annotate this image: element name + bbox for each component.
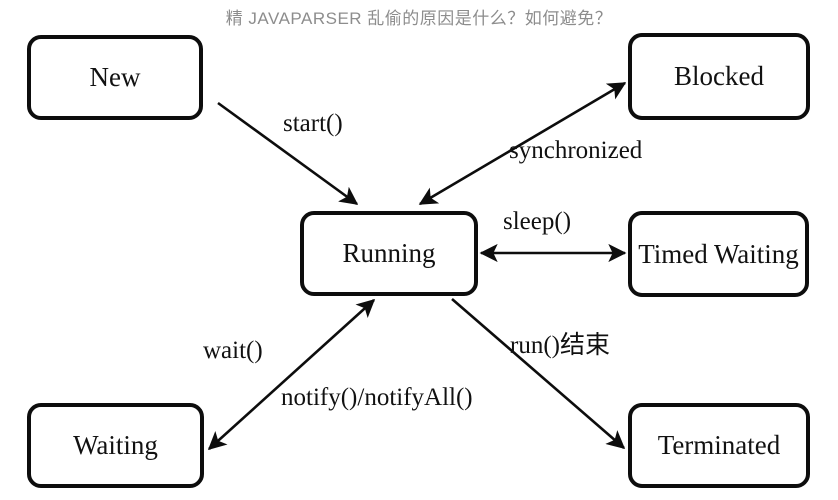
edge-label-sleep: sleep()	[503, 208, 572, 235]
state-node-waiting[interactable]: Waiting	[27, 403, 204, 488]
edge-wait-notify-line	[207, 299, 376, 450]
state-node-running[interactable]: Running	[300, 211, 478, 296]
diagram-canvas: 精 JAVAPARSER 乱偷的原因是什么？如何避免？ New Blocked …	[0, 0, 838, 500]
edge-label-synchronized: synchronized	[509, 137, 643, 164]
state-node-waiting-label: Waiting	[73, 430, 158, 460]
state-node-blocked-label: Blocked	[674, 61, 764, 91]
state-node-terminated-label: Terminated	[657, 430, 781, 460]
edge-run-end-line	[451, 298, 626, 449]
edge-label-wait: wait()	[203, 337, 263, 364]
state-node-running-label: Running	[342, 238, 436, 268]
edge-label-notify: notify()/notifyAll()	[281, 384, 473, 411]
page-title: 精 JAVAPARSER 乱偷的原因是什么？如何避免？	[225, 9, 613, 28]
state-node-terminated[interactable]: Terminated	[628, 403, 810, 488]
state-node-new[interactable]: New	[27, 35, 203, 120]
state-node-timed-waiting[interactable]: Timed Waiting	[628, 211, 809, 297]
state-node-blocked[interactable]: Blocked	[628, 33, 810, 120]
state-node-timed-waiting-label: Timed Waiting	[638, 238, 799, 269]
edge-label-run-end: run()结束	[510, 332, 610, 359]
state-node-new-label: New	[89, 62, 141, 92]
edge-label-start: start()	[283, 110, 343, 137]
